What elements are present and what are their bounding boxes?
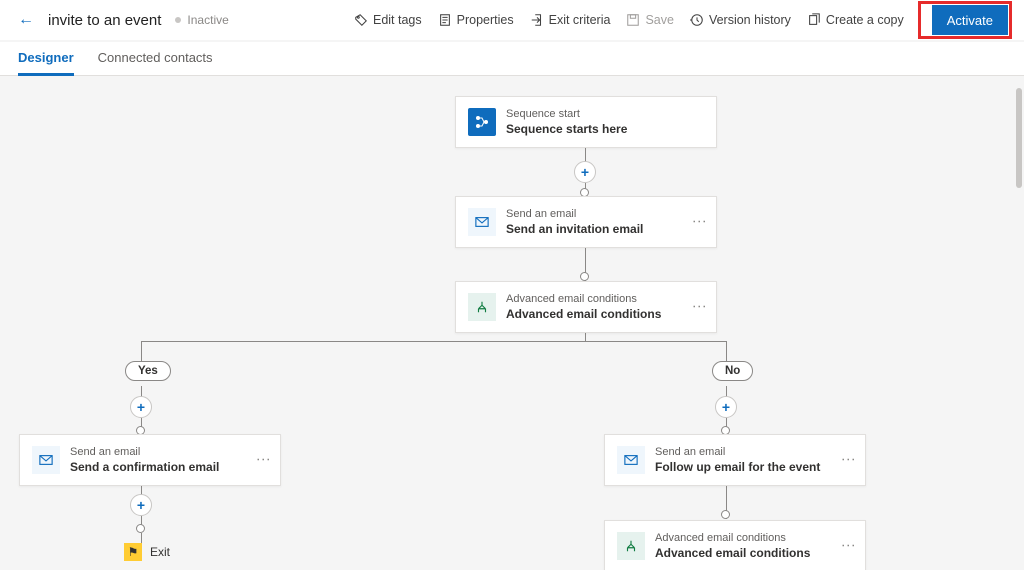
create-copy-button[interactable]: Create a copy xyxy=(799,6,912,34)
add-step-button[interactable]: + xyxy=(715,396,737,418)
node-more-icon[interactable]: ⋮ xyxy=(692,215,708,230)
exit-criteria-button[interactable]: Exit criteria xyxy=(522,6,619,34)
node-send-confirmation[interactable]: Send an email Send a confirmation email … xyxy=(19,434,281,486)
node-more-icon[interactable]: ⋮ xyxy=(841,539,857,554)
email-icon xyxy=(468,208,496,236)
edit-tags-button[interactable]: Edit tags xyxy=(346,6,430,34)
connector-dot xyxy=(136,524,145,533)
properties-button[interactable]: Properties xyxy=(430,6,522,34)
back-arrow-icon[interactable]: ← xyxy=(12,7,40,33)
tab-designer[interactable]: Designer xyxy=(18,42,74,75)
exit-icon xyxy=(530,13,544,27)
node-followup-email[interactable]: Send an email Follow up email for the ev… xyxy=(604,434,866,486)
node-more-icon[interactable]: ⋮ xyxy=(841,453,857,468)
connector-line xyxy=(141,341,142,361)
properties-icon xyxy=(438,13,452,27)
tab-bar: Designer Connected contacts xyxy=(0,42,1024,76)
node-advanced-conditions[interactable]: Advanced email conditions Advanced email… xyxy=(455,281,717,333)
tab-connected-contacts[interactable]: Connected contacts xyxy=(98,42,213,75)
branch-no-label: No xyxy=(712,361,753,381)
node-subtitle: Send an email xyxy=(655,445,820,459)
node-title: Send an invitation email xyxy=(506,221,643,237)
copy-icon xyxy=(807,13,821,27)
node-title: Follow up email for the event xyxy=(655,459,820,475)
condition-icon xyxy=(468,293,496,321)
page-title: invite to an event xyxy=(48,12,161,29)
node-title: Sequence starts here xyxy=(506,121,627,137)
exit-label: Exit xyxy=(150,545,170,559)
scrollbar-thumb[interactable] xyxy=(1016,88,1022,188)
status-dot-icon xyxy=(175,17,181,23)
node-send-invitation[interactable]: Send an email Send an invitation email ⋮ xyxy=(455,196,717,248)
add-step-button[interactable]: + xyxy=(130,396,152,418)
version-history-button[interactable]: Version history xyxy=(682,6,799,34)
node-subtitle: Send an email xyxy=(506,207,643,221)
node-advanced-conditions-2[interactable]: Advanced email conditions Advanced email… xyxy=(604,520,866,570)
node-title: Send a confirmation email xyxy=(70,459,219,475)
activate-button[interactable]: Activate xyxy=(932,5,1008,35)
flow-start-icon xyxy=(468,108,496,136)
flag-icon: ⚑ xyxy=(124,543,142,561)
branch-yes-label: Yes xyxy=(125,361,171,381)
status-text: Inactive xyxy=(187,13,228,27)
designer-canvas[interactable]: + Yes No + + + Sequence start Sequence s… xyxy=(0,76,1024,570)
node-subtitle: Sequence start xyxy=(506,107,627,121)
node-subtitle: Advanced email conditions xyxy=(655,531,810,545)
history-icon xyxy=(690,13,704,27)
node-more-icon[interactable]: ⋮ xyxy=(256,453,272,468)
save-icon xyxy=(626,13,640,27)
email-icon xyxy=(32,446,60,474)
condition-icon xyxy=(617,532,645,560)
highlight-box: Activate xyxy=(918,1,1012,39)
node-title: Advanced email conditions xyxy=(506,306,661,322)
node-subtitle: Send an email xyxy=(70,445,219,459)
node-subtitle: Advanced email conditions xyxy=(506,292,661,306)
connector-dot xyxy=(580,272,589,281)
node-title: Advanced email conditions xyxy=(655,545,810,561)
tag-icon xyxy=(354,13,368,27)
connector-dot xyxy=(721,510,730,519)
top-bar: ← invite to an event Inactive Edit tags … xyxy=(0,0,1024,40)
save-button: Save xyxy=(618,6,682,34)
connector-line xyxy=(726,341,727,361)
node-more-icon[interactable]: ⋮ xyxy=(692,300,708,315)
email-icon xyxy=(617,446,645,474)
add-step-button[interactable]: + xyxy=(130,494,152,516)
node-sequence-start[interactable]: Sequence start Sequence starts here xyxy=(455,96,717,148)
exit-step[interactable]: ⚑ Exit xyxy=(124,543,170,561)
add-step-button[interactable]: + xyxy=(574,161,596,183)
connector-line xyxy=(141,341,726,342)
